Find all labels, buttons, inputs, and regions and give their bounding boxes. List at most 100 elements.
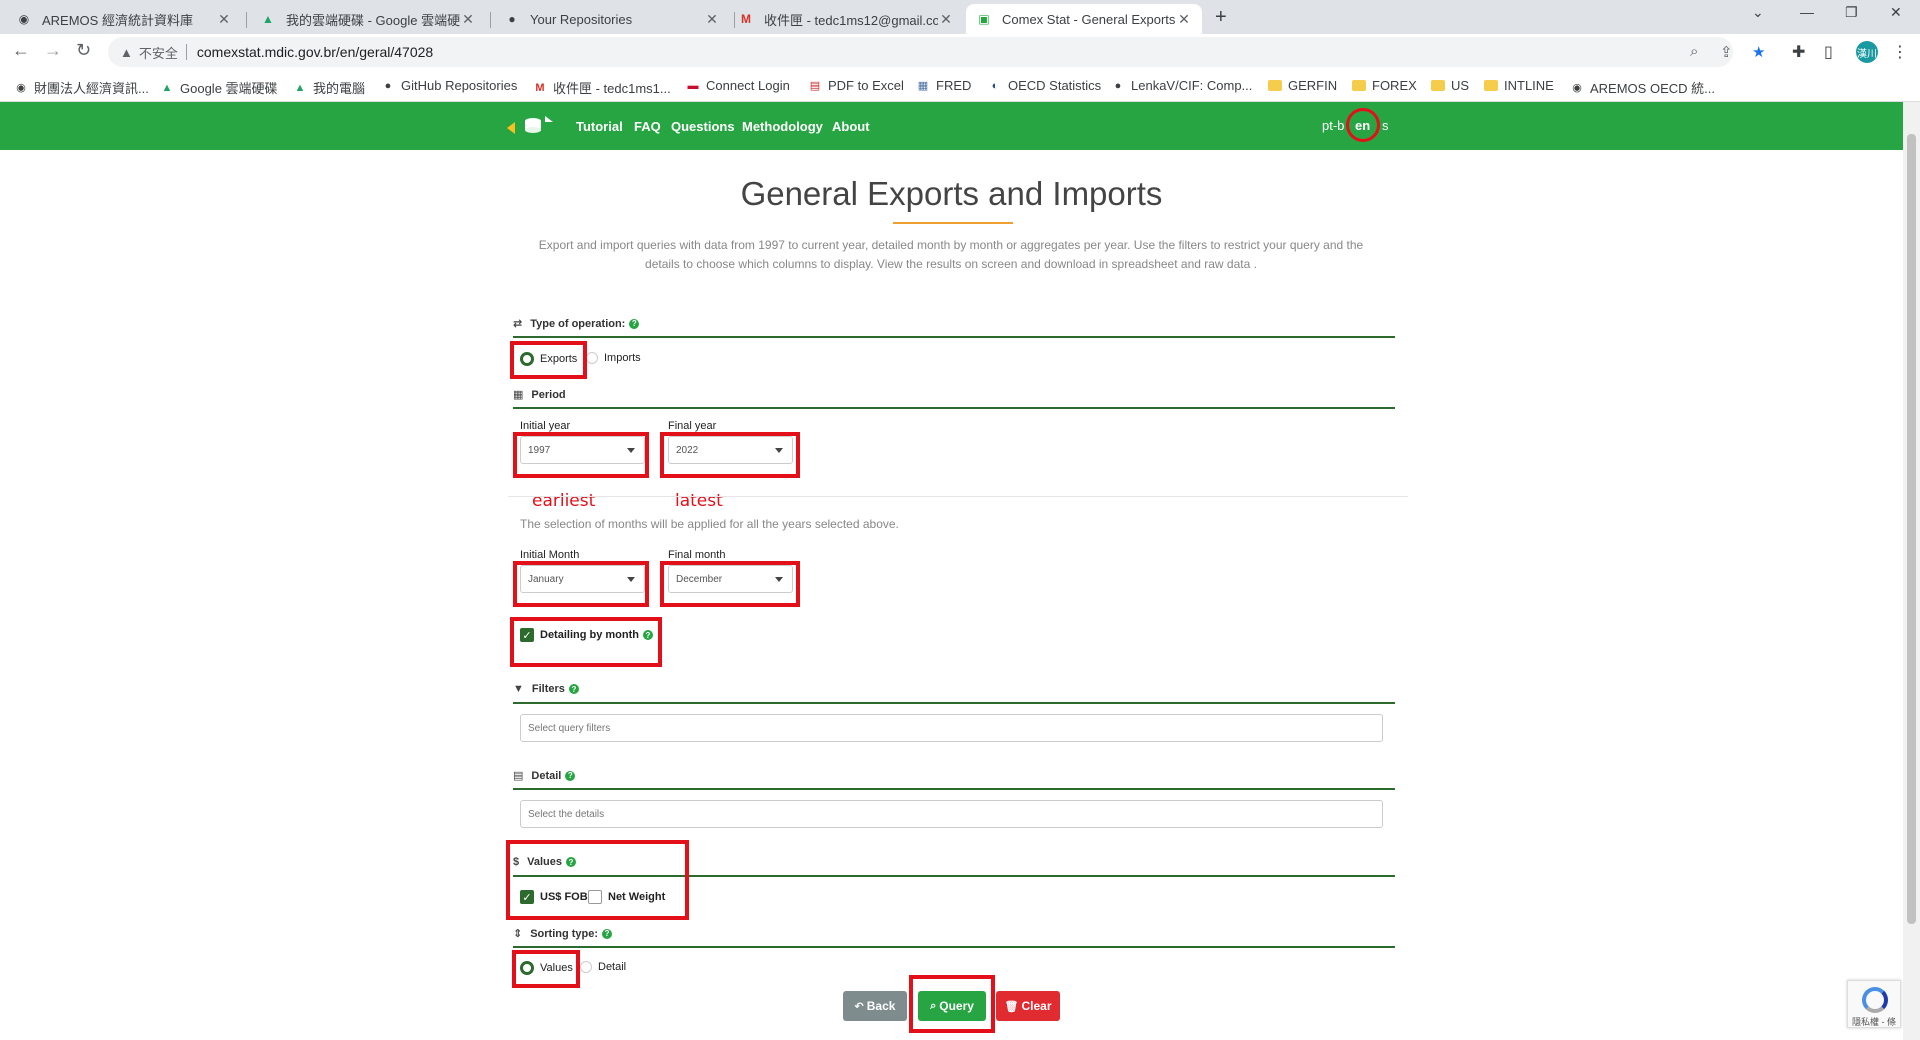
nav-about[interactable]: About [832, 119, 870, 134]
bookmark-item[interactable]: ● LenkaV/CIF: Comp... [1111, 78, 1253, 93]
gmail-icon: M [535, 81, 545, 94]
final-month-label: Final month [668, 549, 726, 561]
reload-icon[interactable]: ↻ [76, 40, 91, 61]
bookmark-item[interactable]: ◉ 財團法人經濟資訊... [14, 78, 149, 97]
restore-icon[interactable]: ❐ [1845, 4, 1858, 21]
bookmark-item[interactable]: ◐ OECD Statistics [988, 78, 1102, 93]
bookmark-label: 收件匣 - tedc1ms1... [553, 81, 671, 96]
back-button-label: Back [866, 999, 896, 1013]
initial-year-label: Initial year [520, 420, 571, 432]
new-tab-button[interactable]: + [1215, 6, 1227, 29]
bookmark-label: OECD Statistics [1008, 78, 1102, 93]
bookmark-item[interactable]: ▲ Google 雲端硬碟 [160, 78, 278, 97]
globe-icon: ◉ [16, 82, 26, 94]
close-icon[interactable]: ✕ [938, 11, 954, 28]
exchange-icon: ⇄ [513, 318, 523, 330]
close-icon[interactable]: ✕ [460, 11, 476, 28]
nav-faq[interactable]: FAQ [634, 119, 661, 134]
lang-pt[interactable]: pt-b [1322, 118, 1344, 133]
bookmarks-bar: ◉ 財團法人經濟資訊... ▲ Google 雲端硬碟 ▲ 我的電腦 ● GitHub … [0, 70, 1920, 102]
folder-icon [1431, 79, 1445, 93]
tab-title: 收件匣 - tedc1ms12@gmail.com [764, 12, 938, 28]
close-window-icon[interactable]: ✕ [1890, 4, 1902, 21]
section-divider [513, 336, 1395, 338]
bookmark-item[interactable]: ◉ AREMOS OECD 統... [1570, 78, 1715, 97]
detail-input[interactable]: Select the details [520, 800, 1383, 828]
final-year-label: Final year [668, 420, 717, 432]
page-scrollbar[interactable] [1903, 102, 1920, 1040]
recaptcha-icon [1862, 987, 1888, 1013]
pdf-icon: ▤ [809, 80, 821, 92]
help-icon[interactable]: ? [565, 770, 576, 781]
bookmark-item[interactable]: M 收件匣 - tedc1ms1... [533, 78, 671, 97]
bookmark-item[interactable]: ● GitHub Repositories [381, 78, 518, 93]
table-icon: ▤ [513, 770, 524, 782]
nav-questions[interactable]: Questions [671, 119, 735, 134]
tab-search-icon[interactable]: ⌄ [1752, 4, 1764, 21]
browser-tab-comexstat[interactable]: ▣ Comex Stat - General Exports a ✕ [966, 4, 1202, 34]
radio-label: Imports [604, 352, 641, 364]
recaptcha-badge[interactable]: 隱私權 - 條 [1847, 980, 1901, 1028]
nav-methodology[interactable]: Methodology [742, 119, 823, 134]
back-button[interactable]: ↶ Back [843, 991, 907, 1021]
close-icon[interactable]: ✕ [704, 11, 720, 28]
annotation-box-sort-values [512, 950, 580, 988]
bookmark-label: 財團法人經濟資訊... [34, 81, 149, 96]
annotation-box-final-year [660, 432, 800, 478]
tab-title: Your Repositories [530, 11, 633, 27]
extensions-icon[interactable]: ✚ [1792, 42, 1805, 62]
github-icon: ● [384, 79, 392, 92]
annotation-box-values [506, 840, 689, 920]
globe-icon: ◉ [1572, 82, 1582, 94]
back-arrow-icon[interactable]: ← [12, 40, 30, 61]
minimize-icon[interactable]: — [1800, 4, 1814, 20]
recaptcha-text: 隱私權 - 條 [1852, 1017, 1896, 1027]
share-icon[interactable]: ⇪ [1720, 43, 1733, 61]
help-icon[interactable]: ? [629, 318, 640, 329]
annotation-box-initial-year [513, 432, 649, 478]
browser-tab-aremos[interactable]: ◉ AREMOS 經濟統計資料庫 ✕ [6, 4, 242, 34]
forward-arrow-icon[interactable]: → [44, 40, 62, 61]
close-icon[interactable]: ✕ [1176, 11, 1192, 28]
bookmark-item[interactable]: US [1431, 78, 1469, 93]
detail-section-label: ▤ Detail ? [513, 769, 576, 782]
section-divider [513, 702, 1395, 704]
bookmark-item[interactable]: ▲ 我的電腦 [293, 78, 365, 97]
browser-tab-drive[interactable]: ▲ 我的雲端硬碟 - Google 雲端硬碟 ✕ [250, 4, 486, 34]
annotation-box-final-month [660, 561, 800, 607]
menu-icon[interactable]: ⋮ [1892, 42, 1908, 62]
bookmark-item[interactable]: ▤ PDF to Excel [808, 78, 904, 93]
help-icon[interactable]: ? [602, 928, 613, 939]
address-bar[interactable]: ▲ 不安全 comexstat.mdic.gov.br/en/geral/470… [108, 37, 1733, 67]
zoom-icon[interactable]: ⌕ [1690, 43, 1698, 60]
bookmark-item[interactable]: ▦ FRED [916, 78, 972, 93]
bookmark-item[interactable]: INTLINE [1484, 78, 1554, 93]
bookmark-item[interactable]: GERFIN [1268, 78, 1337, 93]
browser-tab-github[interactable]: ● Your Repositories ✕ [494, 4, 730, 34]
initial-month-label: Initial Month [520, 549, 580, 561]
side-panel-icon[interactable]: ▯ [1824, 42, 1833, 62]
bookmark-star-icon[interactable]: ★ [1752, 43, 1765, 61]
bookmark-label: INTLINE [1504, 78, 1554, 93]
filters-input[interactable]: Select query filters [520, 714, 1383, 742]
help-icon[interactable]: ? [568, 684, 579, 694]
radio-sort-detail[interactable]: Detail [580, 961, 626, 973]
browser-tab-gmail[interactable]: M 收件匣 - tedc1ms12@gmail.com ✕ [728, 4, 964, 34]
scrollbar-thumb[interactable] [1907, 134, 1916, 924]
sort-icon: ⇕ [513, 928, 523, 940]
filters-section-label: ▼ Filters ? [513, 683, 579, 695]
nav-tutorial[interactable]: Tutorial [576, 119, 623, 134]
radio-imports[interactable]: Imports [586, 352, 641, 364]
comexstat-logo-icon[interactable] [505, 112, 555, 140]
clear-button[interactable]: 🗑 Clear [996, 991, 1060, 1021]
bookmark-item[interactable]: FOREX [1352, 78, 1417, 93]
lang-es[interactable]: s [1382, 118, 1389, 133]
url-text: comexstat.mdic.gov.br/en/geral/47028 [196, 44, 434, 60]
tab-separator [490, 12, 491, 28]
clear-button-label: Clear [1021, 999, 1052, 1013]
bookmark-item[interactable]: ▬ Connect Login [686, 78, 790, 93]
calendar-icon: ▦ [513, 389, 524, 401]
browser-tab-bar: ◉ AREMOS 經濟統計資料庫 ✕ ▲ 我的雲端硬碟 - Google 雲端硬… [0, 0, 1920, 34]
avatar[interactable]: 漢川 [1856, 41, 1878, 63]
close-icon[interactable]: ✕ [216, 11, 232, 28]
